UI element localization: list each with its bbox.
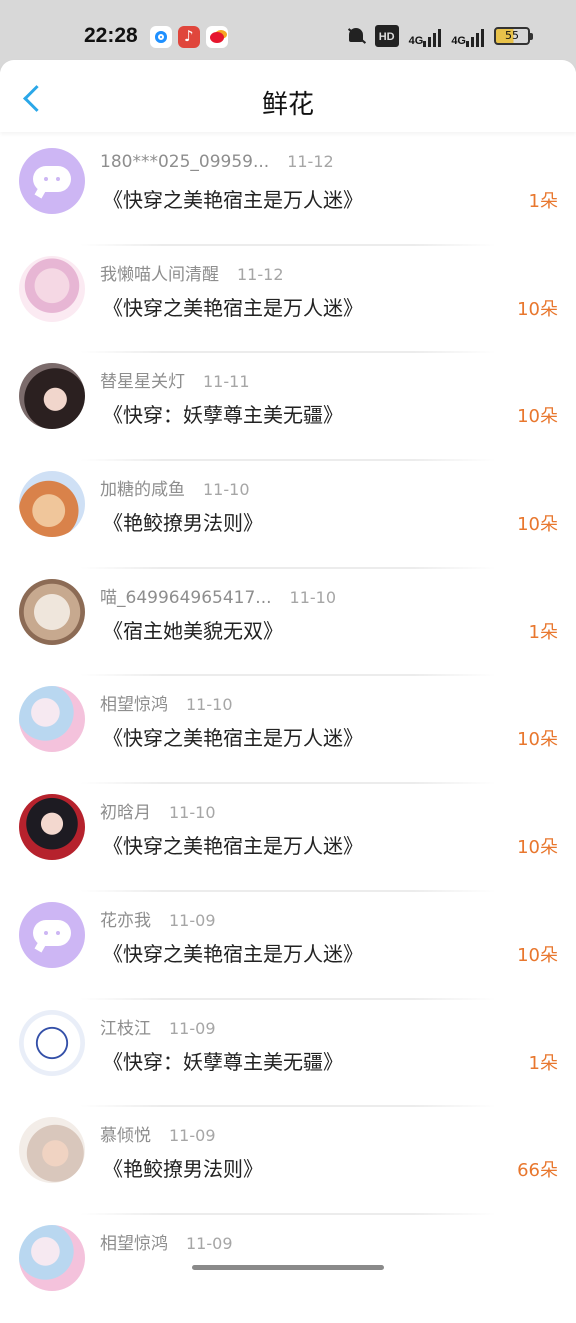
book-title[interactable]: 《快穿：妖孽尊主美无疆》 bbox=[103, 399, 343, 428]
flower-count: 10朵 bbox=[517, 729, 558, 751]
record-date: 11-12 bbox=[287, 152, 334, 171]
username[interactable]: 慕倾悦 bbox=[100, 1126, 151, 1146]
music-app-icon bbox=[178, 26, 200, 48]
record-meta: 我懒喵人间清醒 11-12 bbox=[100, 260, 284, 285]
book-title[interactable]: 《艳鲛撩男法则》 bbox=[103, 1153, 263, 1182]
username[interactable]: 江枝江 bbox=[100, 1019, 151, 1039]
signal-icon: 4G bbox=[409, 25, 442, 47]
list-item[interactable]: 喵_649964965417... 11-10 《宿主她美貌无双》 1朵 bbox=[0, 569, 576, 677]
record-date: 11-09 bbox=[186, 1233, 233, 1253]
record-date: 11-10 bbox=[203, 480, 250, 500]
record-date: 11-09 bbox=[169, 1126, 216, 1146]
flower-count: 10朵 bbox=[517, 514, 558, 536]
record-date: 11-10 bbox=[289, 587, 337, 607]
flower-count: 1朵 bbox=[528, 1052, 558, 1074]
flower-count: 10朵 bbox=[517, 837, 558, 859]
avatar[interactable] bbox=[19, 901, 85, 968]
avatar[interactable] bbox=[19, 1224, 85, 1291]
record-date: 11-11 bbox=[203, 372, 250, 392]
record-meta: 相望惊鸿 11-10 bbox=[100, 690, 233, 715]
record-meta: 180***025_09959... 11-12 bbox=[100, 152, 334, 172]
record-meta: 慕倾悦 11-09 bbox=[100, 1121, 216, 1146]
record-meta: 替星星关灯 11-11 bbox=[100, 367, 250, 392]
book-title[interactable]: 《快穿之美艳宿主是万人迷》 bbox=[103, 830, 363, 859]
username[interactable]: 初晗月 bbox=[100, 803, 151, 823]
record-meta: 江枝江 11-09 bbox=[100, 1014, 216, 1039]
page-title: 鲜花 bbox=[261, 90, 314, 120]
avatar[interactable] bbox=[19, 794, 85, 861]
network-type-label-2: 4G bbox=[451, 35, 466, 47]
record-meta: 喵_649964965417... 11-10 bbox=[100, 583, 336, 608]
record-meta: 相望惊鸿 11-09 bbox=[100, 1229, 233, 1254]
book-title[interactable]: 《快穿之美艳宿主是万人迷》 bbox=[103, 938, 363, 967]
flower-count: 66朵 bbox=[517, 1160, 558, 1182]
avatar[interactable] bbox=[19, 255, 85, 322]
avatar[interactable] bbox=[19, 1009, 85, 1076]
app-notification-icon bbox=[150, 26, 172, 48]
weibo-app-icon bbox=[206, 26, 228, 48]
book-title[interactable]: 《快穿之美艳宿主是万人迷》 bbox=[103, 292, 363, 321]
status-indicators: HD 4G 4G 55 bbox=[347, 25, 533, 47]
list-item[interactable]: 180***025_09959... 11-12 《快穿之美艳宿主是万人迷》 1朵 bbox=[0, 138, 576, 246]
username[interactable]: 喵_649964965417... bbox=[100, 588, 272, 608]
battery-icon: 55 bbox=[494, 27, 533, 45]
home-indicator[interactable] bbox=[192, 1265, 384, 1270]
list-item[interactable]: 相望惊鸿 11-10 《快穿之美艳宿主是万人迷》 10朵 bbox=[0, 676, 576, 785]
hd-icon: HD bbox=[374, 25, 399, 47]
avatar[interactable] bbox=[19, 363, 85, 430]
avatar[interactable] bbox=[19, 686, 85, 753]
avatar[interactable] bbox=[19, 148, 85, 214]
flower-count: 10朵 bbox=[517, 406, 558, 428]
list-item[interactable]: 慕倾悦 11-09 《艳鲛撩男法则》 66朵 bbox=[0, 1107, 576, 1215]
avatar[interactable] bbox=[19, 1117, 85, 1184]
list-item[interactable]: 江枝江 11-09 《快穿：妖孽尊主美无疆》 1朵 bbox=[0, 1000, 576, 1108]
list-item[interactable]: 初晗月 11-10 《快穿之美艳宿主是万人迷》 10朵 bbox=[0, 784, 576, 892]
record-date: 11-09 bbox=[169, 910, 216, 930]
record-date: 11-10 bbox=[169, 803, 216, 823]
username[interactable]: 我懒喵人间清醒 bbox=[100, 265, 219, 285]
username[interactable]: 相望惊鸿 bbox=[100, 1234, 168, 1254]
book-title[interactable]: 《快穿之美艳宿主是万人迷》 bbox=[103, 722, 363, 751]
list-item[interactable]: 替星星关灯 11-11 《快穿：妖孽尊主美无疆》 10朵 bbox=[0, 353, 576, 462]
flower-count: 10朵 bbox=[517, 298, 558, 320]
username[interactable]: 相望惊鸿 bbox=[100, 695, 168, 715]
record-meta: 花亦我 11-09 bbox=[100, 906, 216, 931]
record-meta: 加糖的咸鱼 11-10 bbox=[100, 475, 250, 500]
book-title[interactable]: 《快穿之美艳宿主是万人迷》 bbox=[103, 184, 363, 213]
mute-bell-icon bbox=[347, 26, 365, 46]
book-title[interactable]: 《宿主她美貌无双》 bbox=[103, 615, 283, 644]
record-date: 11-09 bbox=[169, 1018, 216, 1038]
list-item[interactable]: 我懒喵人间清醒 11-12 《快穿之美艳宿主是万人迷》 10朵 bbox=[0, 246, 576, 354]
flower-count: 1朵 bbox=[528, 621, 558, 643]
list-item[interactable]: 花亦我 11-09 《快穿之美艳宿主是万人迷》 10朵 bbox=[0, 892, 576, 1000]
book-title[interactable]: 《快穿：妖孽尊主美无疆》 bbox=[103, 1046, 343, 1075]
nav-header: 鲜花 bbox=[0, 60, 576, 132]
network-type-label: 4G bbox=[408, 35, 424, 47]
chat-bubble-icon bbox=[33, 166, 71, 192]
flower-record-list: 180***025_09959... 11-12 《快穿之美艳宿主是万人迷》 1朵 我懒… bbox=[0, 138, 576, 1323]
status-time: 22:28 bbox=[84, 24, 138, 47]
record-meta: 初晗月 11-10 bbox=[100, 798, 216, 823]
username[interactable]: 180***025_09959... bbox=[100, 152, 269, 172]
signal-icon-2: 4G bbox=[451, 25, 484, 47]
record-date: 11-10 bbox=[186, 695, 233, 715]
chat-bubble-icon bbox=[33, 919, 71, 946]
list-item[interactable]: 加糖的咸鱼 11-10 《艳鲛撩男法则》 10朵 bbox=[0, 461, 576, 569]
username[interactable]: 替星星关灯 bbox=[100, 372, 185, 392]
avatar[interactable] bbox=[19, 471, 85, 538]
flower-count: 10朵 bbox=[517, 944, 558, 966]
flower-count: 1朵 bbox=[528, 191, 558, 212]
record-date: 11-12 bbox=[237, 264, 284, 284]
username[interactable]: 加糖的咸鱼 bbox=[100, 480, 185, 500]
avatar[interactable] bbox=[19, 578, 85, 645]
username[interactable]: 花亦我 bbox=[100, 911, 151, 931]
book-title[interactable]: 《艳鲛撩男法则》 bbox=[103, 507, 263, 536]
